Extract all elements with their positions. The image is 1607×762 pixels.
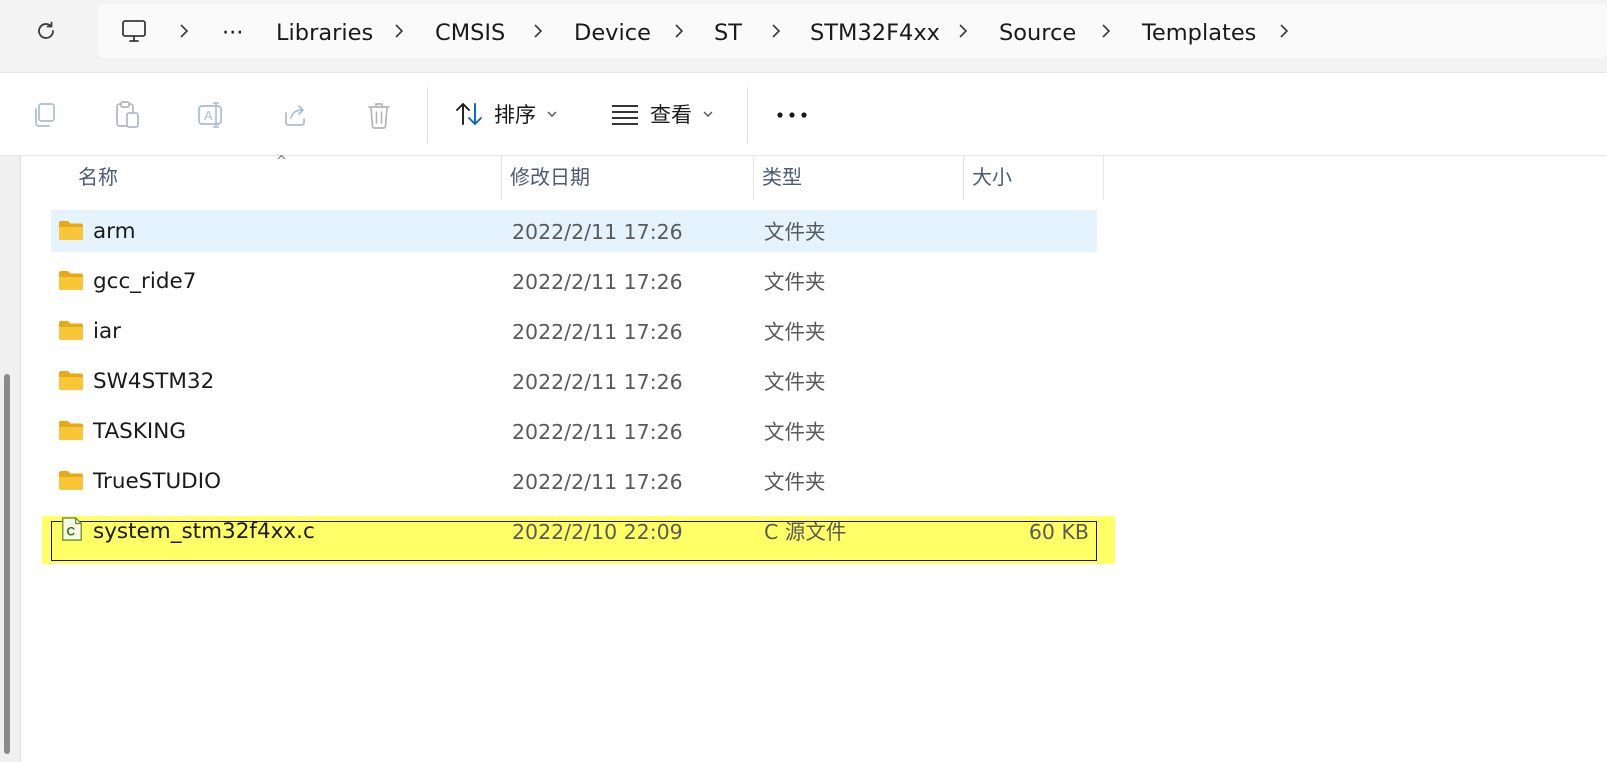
- folder-icon: [58, 369, 84, 391]
- delete-button[interactable]: [359, 95, 399, 135]
- breadcrumb-item-source[interactable]: Source: [999, 4, 1076, 58]
- c-file-icon: C: [60, 516, 86, 541]
- copy-icon: [35, 103, 55, 127]
- folder-icon: [58, 469, 84, 491]
- address-bar-area: ··· Libraries CMSIS Device ST STM32F4xx …: [0, 0, 1607, 72]
- chevron-right-icon[interactable]: [957, 4, 969, 58]
- toolbar-divider: [427, 87, 428, 143]
- svg-text:A: A: [204, 108, 213, 123]
- sort-label: 排序: [494, 103, 536, 127]
- file-name: TASKING: [93, 419, 187, 444]
- chevron-right-icon[interactable]: [532, 4, 544, 58]
- paste-button[interactable]: [107, 95, 147, 135]
- folder-icon: [58, 319, 84, 341]
- refresh-button[interactable]: [28, 16, 64, 46]
- computer-icon: [122, 20, 146, 42]
- chevron-right-icon[interactable]: [393, 4, 405, 58]
- file-name: TrueSTUDIO: [93, 469, 222, 494]
- sort-button[interactable]: 排序: [454, 91, 558, 137]
- view-label: 查看: [650, 103, 692, 127]
- file-modified-date: 2022/2/10 22:09: [512, 520, 683, 544]
- file-type: 文件夹: [764, 470, 826, 494]
- copy-button[interactable]: [24, 95, 64, 135]
- chevron-down-icon: [547, 111, 557, 117]
- file-type: 文件夹: [764, 420, 826, 444]
- file-name: arm: [93, 219, 136, 244]
- file-name: system_stm32f4xx.c: [93, 519, 315, 544]
- file-size: 60 KB: [1028, 520, 1089, 544]
- chevron-right-icon[interactable]: [1100, 4, 1112, 58]
- breadcrumb-overflow[interactable]: ···: [222, 4, 243, 58]
- breadcrumb-item-templates[interactable]: Templates: [1142, 4, 1256, 58]
- breadcrumb-item-st[interactable]: ST: [714, 4, 742, 58]
- breadcrumb-item-stm32f4xx[interactable]: STM32F4xx: [810, 4, 940, 58]
- file-name: iar: [93, 319, 121, 344]
- file-row[interactable]: arm 2022/2/11 17:26 文件夹: [51, 210, 1097, 252]
- column-header-type[interactable]: 类型: [753, 156, 963, 200]
- svg-text:C: C: [66, 524, 75, 538]
- file-type: 文件夹: [764, 220, 826, 244]
- scrollbar-thumb[interactable]: [4, 374, 10, 754]
- folder-icon: [58, 269, 84, 291]
- paste-icon: [116, 101, 139, 128]
- file-type: 文件夹: [764, 320, 826, 344]
- file-row[interactable]: Csystem_stm32f4xx.c 2022/2/10 22:09 C 源文件 6…: [51, 510, 1097, 552]
- file-row[interactable]: iar 2022/2/11 17:26 文件夹: [51, 310, 1097, 352]
- view-list-icon: [612, 105, 638, 125]
- more-icon: [777, 112, 807, 118]
- file-modified-date: 2022/2/11 17:26: [512, 370, 683, 394]
- refresh-icon: [38, 21, 54, 39]
- file-row[interactable]: SW4STM32 2022/2/11 17:26 文件夹: [51, 360, 1097, 402]
- navigation-pane-edge: [0, 156, 21, 762]
- view-button[interactable]: 查看: [610, 91, 714, 137]
- sort-icon: [456, 103, 482, 125]
- column-header-modified[interactable]: 修改日期: [501, 156, 753, 200]
- column-header-size[interactable]: 大小: [963, 156, 1103, 200]
- chevron-right-icon[interactable]: [1278, 4, 1290, 58]
- folder-icon: [58, 419, 84, 441]
- chevron-right-icon[interactable]: [770, 4, 782, 58]
- breadcrumb[interactable]: ··· Libraries CMSIS Device ST STM32F4xx …: [98, 4, 1607, 58]
- folder-icon: [58, 219, 84, 241]
- this-pc-button[interactable]: [120, 4, 148, 58]
- share-icon: [285, 105, 305, 126]
- file-name: gcc_ride7: [93, 269, 197, 294]
- file-modified-date: 2022/2/11 17:26: [512, 220, 683, 244]
- column-divider: [1103, 156, 1104, 200]
- share-button[interactable]: [275, 95, 315, 135]
- rename-button[interactable]: A: [192, 95, 232, 135]
- file-row[interactable]: TASKING 2022/2/11 17:26 文件夹: [51, 410, 1097, 452]
- breadcrumb-item-libraries[interactable]: Libraries: [276, 4, 373, 58]
- breadcrumb-item-device[interactable]: Device: [574, 4, 651, 58]
- file-name: SW4STM32: [93, 369, 215, 394]
- file-row[interactable]: TrueSTUDIO 2022/2/11 17:26 文件夹: [51, 460, 1097, 502]
- file-modified-date: 2022/2/11 17:26: [512, 320, 683, 344]
- file-modified-date: 2022/2/11 17:26: [512, 420, 683, 444]
- file-list-pane: ^ 名称 修改日期 类型 大小 arm 2022/2/11 17:26 文件夹 gcc…: [0, 155, 1607, 762]
- toolbar-divider: [747, 87, 748, 143]
- chevron-right-icon[interactable]: [673, 4, 685, 58]
- chevron-down-icon: [703, 111, 713, 117]
- file-row[interactable]: gcc_ride7 2022/2/11 17:26 文件夹: [51, 260, 1097, 302]
- column-header-name[interactable]: 名称: [70, 156, 501, 200]
- breadcrumb-item-cmsis[interactable]: CMSIS: [435, 4, 505, 58]
- file-type: 文件夹: [764, 270, 826, 294]
- chevron-right-icon[interactable]: [178, 4, 190, 58]
- rename-icon: A: [198, 102, 222, 128]
- trash-icon: [368, 103, 390, 129]
- file-modified-date: 2022/2/11 17:26: [512, 270, 683, 294]
- command-bar: A 排序 查看: [0, 72, 1607, 156]
- file-type: C 源文件: [764, 520, 847, 544]
- file-type: 文件夹: [764, 370, 826, 394]
- more-options-button[interactable]: [772, 95, 812, 135]
- file-modified-date: 2022/2/11 17:26: [512, 470, 683, 494]
